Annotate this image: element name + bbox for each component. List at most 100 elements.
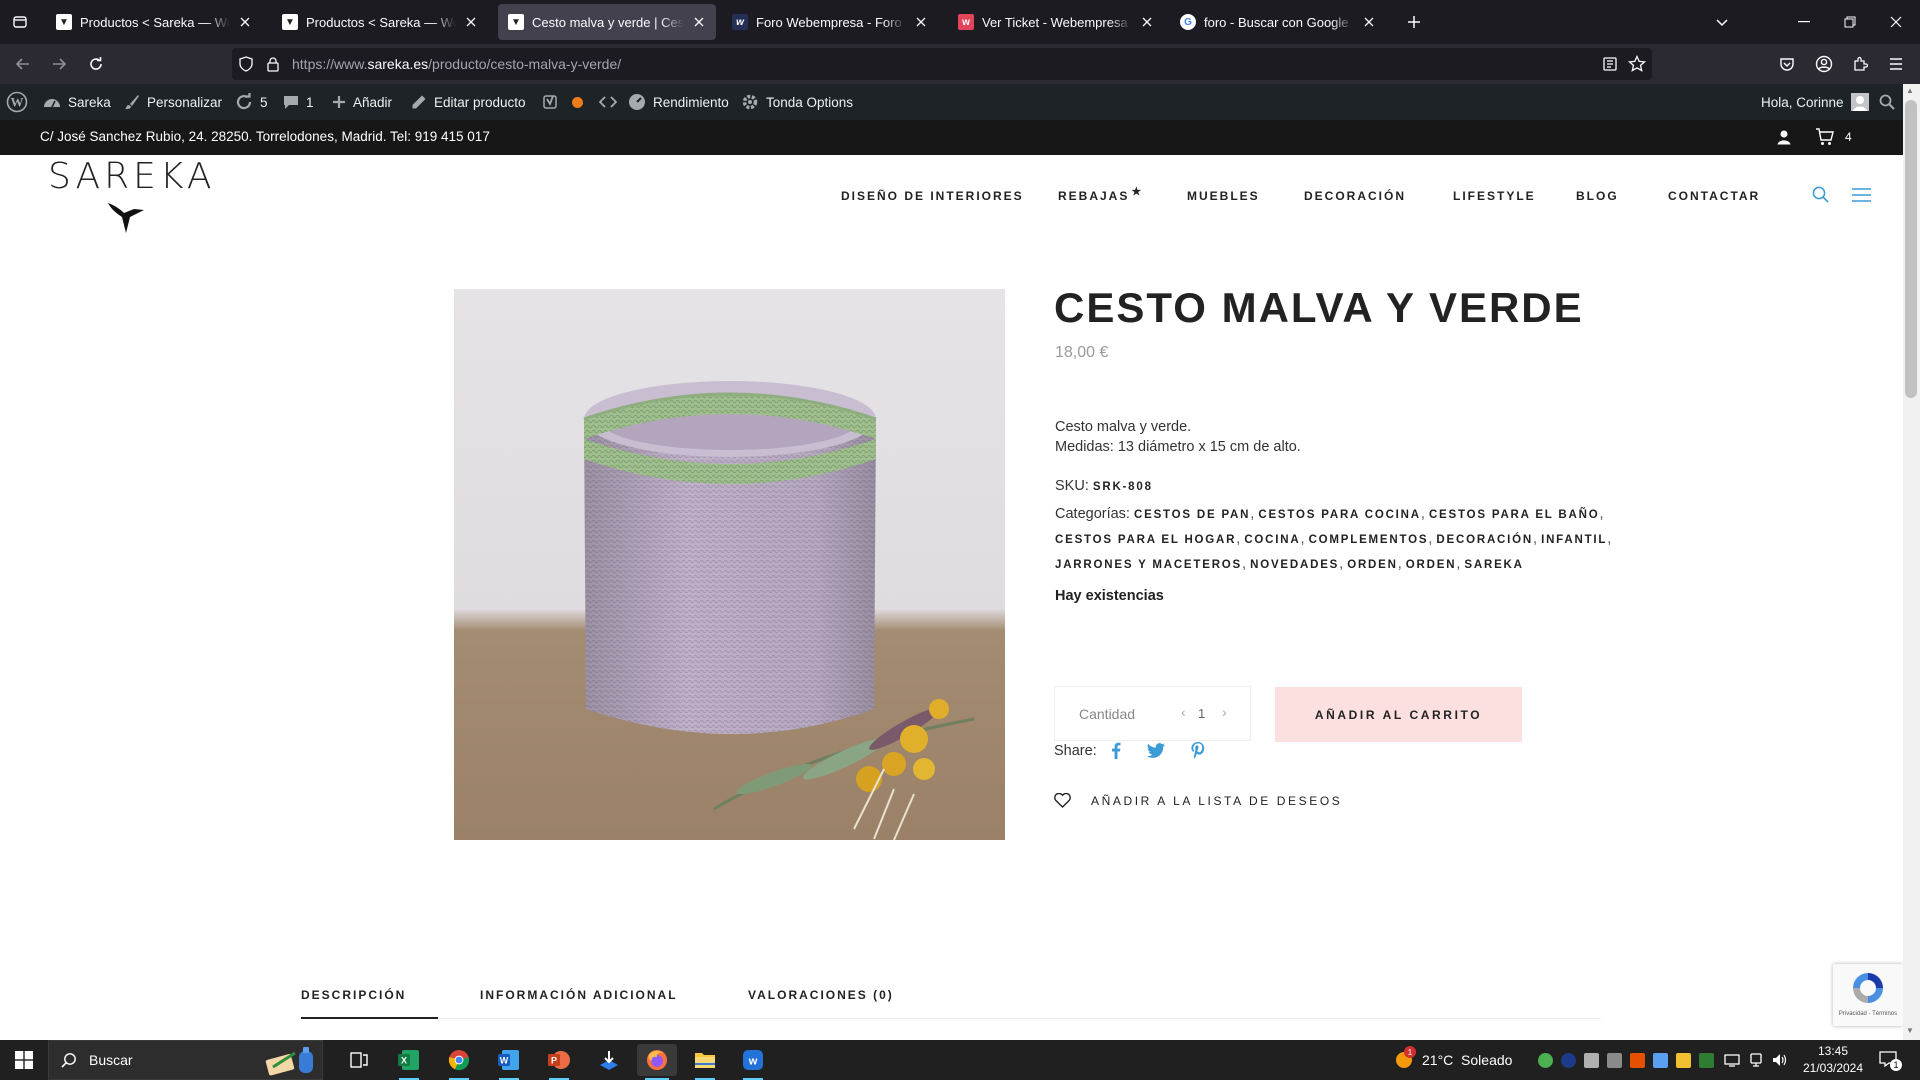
mini-cart[interactable]: 4 [1815,128,1852,146]
tray-app-green-icon[interactable] [1538,1053,1553,1068]
wp-edit-product-link[interactable]: Editar producto [411,84,526,120]
category-link[interactable]: CESTOS PARA COCINA [1258,509,1421,521]
restore-window-icon[interactable] [1827,0,1873,44]
nav-decoracion[interactable]: DECORACIÓN [1304,189,1406,203]
store-app-icon[interactable] [589,1044,629,1076]
reader-view-icon[interactable] [1602,56,1618,72]
scrollbar-thumb[interactable] [1905,100,1917,398]
scroll-up-arrow-icon[interactable]: ▲ [1906,86,1914,95]
close-tab-icon[interactable] [692,15,706,29]
close-tab-icon[interactable] [1362,15,1376,29]
browser-tab-1[interactable]: ▼ Productos < Sareka — WordPress [46,4,262,40]
pocket-icon[interactable] [1773,50,1801,78]
pinterest-icon[interactable] [1191,742,1205,759]
facebook-icon[interactable] [1111,742,1121,759]
nav-diseno-interiores[interactable]: DISEÑO DE INTERIORES [841,189,1024,203]
quantity-decrease-chevron-icon[interactable]: ‹ [1177,704,1190,720]
add-to-wishlist-link[interactable]: AÑADIR A LA LISTA DE DESEOS [1054,793,1342,808]
tab-descripcion[interactable]: DESCRIPCIÓN [301,988,406,1002]
network-icon[interactable] [1724,1052,1740,1068]
close-tab-icon[interactable] [914,15,928,29]
tray-app-printer-icon[interactable] [1584,1053,1599,1068]
wp-add-new-link[interactable]: Añadir [332,84,392,120]
category-link[interactable]: DECORACIÓN [1436,534,1533,546]
taskbar-search-box[interactable]: Buscar [48,1040,323,1080]
scroll-down-arrow-icon[interactable]: ▼ [1906,1026,1914,1035]
site-logo[interactable]: SAREKA [48,157,216,233]
wp-search-icon[interactable] [1879,84,1895,120]
file-explorer-app-icon[interactable] [685,1044,725,1076]
task-view-icon[interactable] [339,1044,379,1076]
firefox-app-icon[interactable] [637,1044,677,1076]
yoast-seo-icon[interactable] [543,84,559,120]
nav-blog[interactable]: BLOG [1576,189,1619,203]
add-to-cart-button[interactable]: AÑADIR AL CARRITO [1275,687,1522,742]
user-account-icon[interactable] [1776,129,1792,145]
code-icon[interactable] [599,84,617,120]
site-search-icon[interactable] [1812,186,1829,203]
close-tab-icon[interactable] [238,15,252,29]
recaptcha-badge[interactable]: Privacidad - Términos [1833,964,1903,1026]
address-bar[interactable]: https://www.sareka.es/producto/cesto-mal… [232,48,1652,80]
url-text[interactable]: https://www.sareka.es/producto/cesto-mal… [292,56,621,72]
powerpoint-app-icon[interactable]: P [539,1044,579,1076]
tray-app-cloud-icon[interactable] [1607,1053,1622,1068]
wp-customize-link[interactable]: Personalizar [124,84,222,120]
browser-tab-5[interactable]: w Ver Ticket - Webempresa Europ [948,4,1164,40]
tracking-shield-icon[interactable] [238,56,254,72]
category-link[interactable]: COCINA [1244,534,1300,546]
browser-tab-2[interactable]: ▼ Productos < Sareka — WordPress [272,4,488,40]
wp-updates-link[interactable]: 5 [235,84,268,120]
extensions-icon[interactable] [1846,50,1874,78]
phone-link[interactable]: 919 415 017 [415,129,490,144]
tray-app-orange-icon[interactable] [1630,1053,1645,1068]
excel-app-icon[interactable]: X [389,1044,429,1076]
taskbar-clock[interactable]: 13:45 21/03/2024 [1800,1043,1866,1077]
tray-app-monitor-icon[interactable] [1653,1053,1668,1068]
forward-arrow-icon[interactable] [45,50,73,78]
wordpress-logo-icon[interactable]: W [6,84,28,120]
tray-app-shield-icon[interactable] [1676,1053,1691,1068]
back-arrow-icon[interactable] [9,50,37,78]
reload-icon[interactable] [82,50,110,78]
wp-comments-link[interactable]: 1 [283,84,314,120]
twitter-icon[interactable] [1146,743,1165,758]
wp-performance-link[interactable]: Rendimiento [628,84,729,120]
wp-theme-options-link[interactable]: Tonda Options [741,84,853,120]
close-tab-icon[interactable] [1140,15,1154,29]
category-link[interactable]: CESTOS PARA EL BAÑO [1429,509,1600,521]
close-window-icon[interactable] [1873,0,1919,44]
tab-informacion-adicional[interactable]: INFORMACIÓN ADICIONAL [480,988,678,1002]
nav-contactar[interactable]: CONTACTAR [1668,189,1760,203]
display-icon[interactable] [1748,1052,1764,1068]
category-link[interactable]: ORDEN [1347,559,1398,571]
nav-lifestyle[interactable]: LIFESTYLE [1453,189,1536,203]
windows-start-icon[interactable] [4,1044,44,1076]
quantity-increase-chevron-icon[interactable]: › [1218,704,1231,720]
tray-app-blue-icon[interactable] [1561,1053,1576,1068]
category-link[interactable]: COMPLEMENTOS [1309,534,1429,546]
nav-rebajas[interactable]: REBAJAS ★ [1058,186,1143,203]
hamburger-menu-icon[interactable] [1852,188,1871,202]
category-link[interactable]: CESTOS DE PAN [1134,509,1250,521]
weather-widget[interactable]: 1 21°C Soleado [1394,1040,1512,1080]
notification-center-icon[interactable]: 1 [1879,1050,1902,1071]
browser-tab-4[interactable]: w Foro Webempresa - Foro WordP [722,4,938,40]
tab-valoraciones[interactable]: VALORACIONES (0) [748,988,894,1002]
category-link[interactable]: NOVEDADES [1250,559,1339,571]
word-app-icon[interactable]: W [489,1044,529,1076]
nav-muebles[interactable]: MUEBLES [1187,189,1260,203]
app-menu-icon[interactable] [1882,50,1910,78]
bookmark-star-icon[interactable] [1628,55,1646,73]
tab-list-chevron-icon[interactable] [1708,8,1736,36]
wp-my-account[interactable]: Hola, Corinne [1761,84,1869,120]
product-image[interactable] [454,289,1005,840]
lock-icon[interactable] [266,56,280,72]
category-link[interactable]: ORDEN [1406,559,1457,571]
minimize-window-icon[interactable] [1781,0,1827,44]
quantity-input[interactable]: 1 [1198,706,1205,721]
account-icon[interactable] [1810,50,1838,78]
browser-tab-6[interactable]: G foro - Buscar con Google [1170,4,1386,40]
wp-site-name-link[interactable]: Sareka [43,84,111,120]
category-link[interactable]: SAREKA [1464,559,1523,571]
